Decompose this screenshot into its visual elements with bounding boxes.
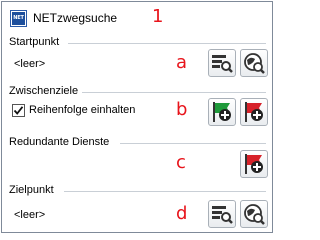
checkmark-icon — [13, 106, 24, 115]
search-table-icon — [212, 206, 233, 224]
reihenfolge-checkbox[interactable] — [12, 104, 25, 117]
zwischenziele-separator — [82, 92, 266, 93]
add-redundanter-dienst-button[interactable] — [240, 150, 268, 178]
add-green-flag-icon — [213, 102, 231, 122]
add-zwischenziel-red-button[interactable] — [240, 98, 268, 126]
net-logo-icon: NET — [10, 10, 27, 27]
netzwegsuche-panel: NET NETzwegsuche 1 Startpunkt <leer> a Z… — [1, 1, 273, 233]
zielpunkt-value: <leer> — [14, 209, 46, 221]
zielpunkt-search-button[interactable] — [208, 200, 236, 228]
marker-a: a — [176, 52, 188, 73]
marker-c: c — [176, 152, 186, 173]
search-table-icon — [212, 55, 233, 73]
startpunkt-value: <leer> — [14, 58, 46, 70]
panel-title: NETzwegsuche — [33, 11, 118, 25]
marker-d: d — [176, 203, 188, 224]
zwischenziele-label: Zwischenziele — [9, 85, 79, 97]
marker-1: 1 — [152, 6, 164, 27]
marker-b: b — [176, 99, 188, 120]
redundante-dienste-separator — [120, 143, 266, 144]
startpunkt-separator — [68, 43, 266, 44]
add-red-flag-icon — [245, 154, 263, 174]
reihenfolge-checkbox-label[interactable]: Reihenfolge einhalten — [29, 104, 135, 116]
redundante-dienste-label: Redundante Dienste — [9, 136, 110, 148]
find-feature-icon — [244, 53, 265, 74]
startpunkt-search-button[interactable] — [208, 49, 236, 77]
zielpunkt-pick-button[interactable] — [240, 200, 268, 228]
find-feature-icon — [244, 204, 265, 225]
zielpunkt-label: Zielpunkt — [9, 184, 54, 196]
zielpunkt-separator — [64, 191, 266, 192]
add-red-flag-icon — [245, 102, 263, 122]
add-zwischenziel-green-button[interactable] — [208, 98, 236, 126]
startpunkt-pick-button[interactable] — [240, 49, 268, 77]
startpunkt-label: Startpunkt — [9, 36, 60, 48]
